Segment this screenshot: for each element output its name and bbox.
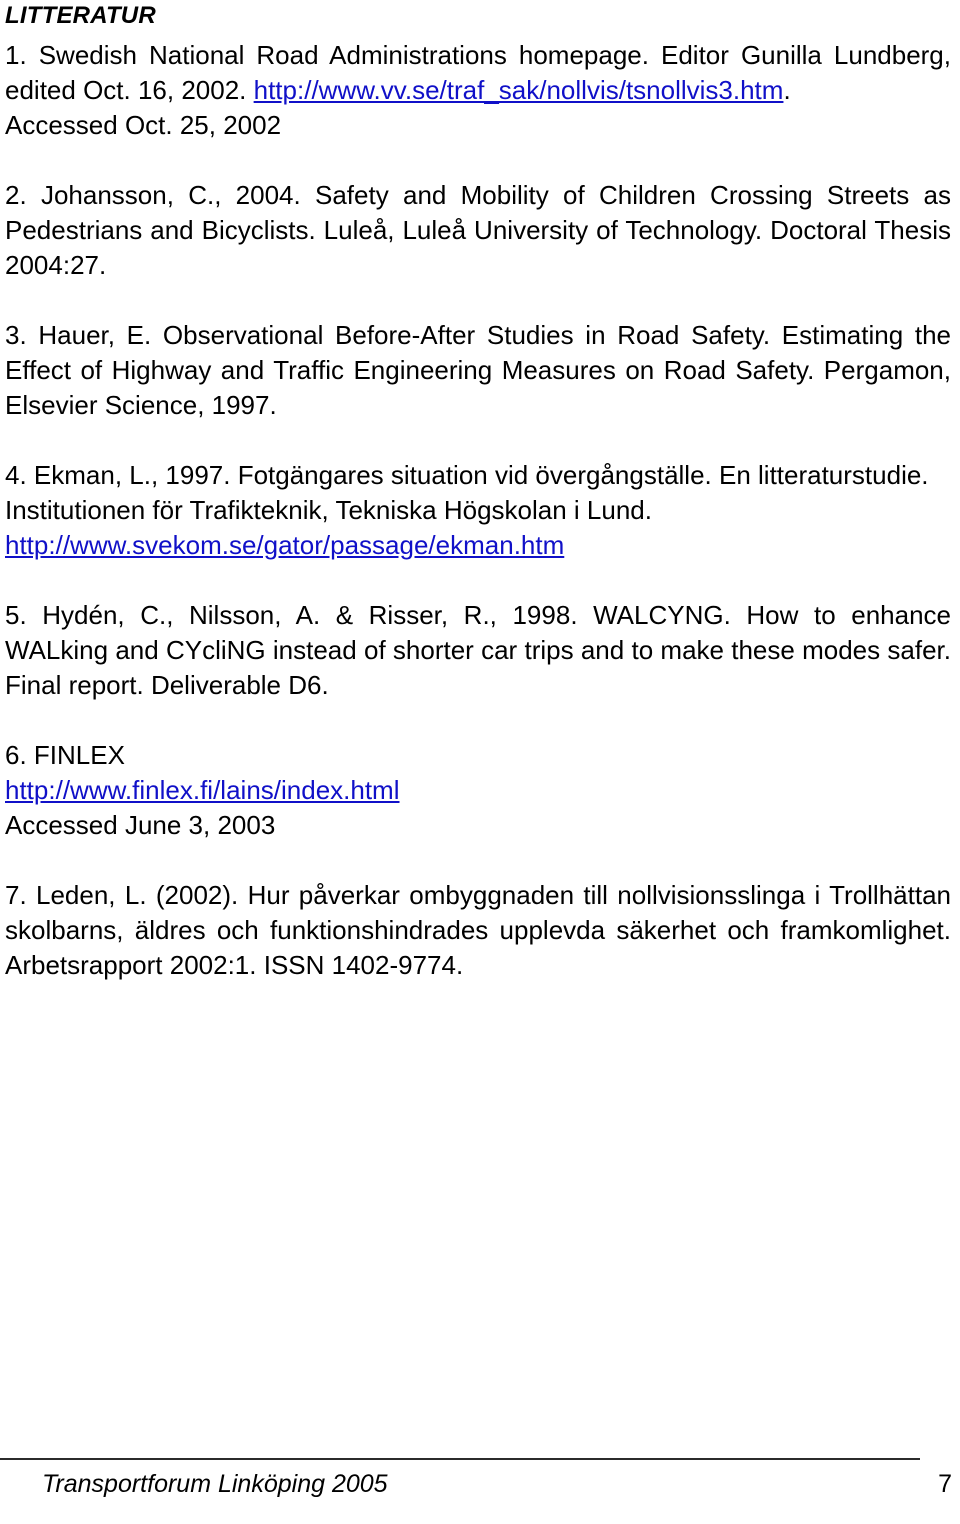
reference-6-accessed: Accessed June 3, 2003 (5, 810, 276, 840)
reference-item-7: 7. Leden, L. (2002). Hur påverkar ombygg… (5, 880, 951, 980)
reference-4-text: 4. Ekman, L., 1997. Fotgängares situatio… (5, 460, 929, 525)
footer-divider (0, 1458, 920, 1460)
page-content: LITTERATUR 1. Swedish National Road Admi… (5, 0, 951, 983)
page-title: LITTERATUR (5, 2, 156, 29)
reference-1-link-punctuation: . (783, 75, 791, 105)
footer-conference-title: Transportforum Linköping 2005 (42, 1470, 388, 1498)
reference-4-link[interactable]: http://www.svekom.se/gator/passage/ekman… (5, 528, 951, 563)
reference-6-title: 6. FINLEX (5, 740, 125, 770)
reference-item-6: 6. FINLEX http://www.finlex.fi/lains/inde… (5, 738, 951, 843)
footer-page-number: 7 (938, 1470, 952, 1498)
reference-item-3: 3. Hauer, E. Observational Before-After … (5, 320, 951, 420)
reference-item-1: 1. Swedish National Road Administrations… (5, 38, 951, 143)
reference-list: 1. Swedish National Road Administrations… (5, 38, 951, 983)
reference-item-2: 2. Johansson, C., 2004. Safety and Mobil… (5, 180, 951, 280)
reference-item-5: 5. Hydén, C., Nilsson, A. & Risser, R., … (5, 600, 951, 700)
reference-1-accessed: Accessed Oct. 25, 2002 (5, 110, 282, 140)
reference-1-link[interactable]: http://www.vv.se/traf_sak/nollvis/tsnoll… (254, 75, 784, 105)
reference-6-link[interactable]: http://www.finlex.fi/lains/index.html (5, 773, 951, 808)
reference-item-4: 4. Ekman, L., 1997. Fotgängares situatio… (5, 458, 951, 563)
page-footer: Transportforum Linköping 2005 7 (0, 1458, 960, 1508)
document-page: LITTERATUR 1. Swedish National Road Admi… (0, 0, 960, 1524)
